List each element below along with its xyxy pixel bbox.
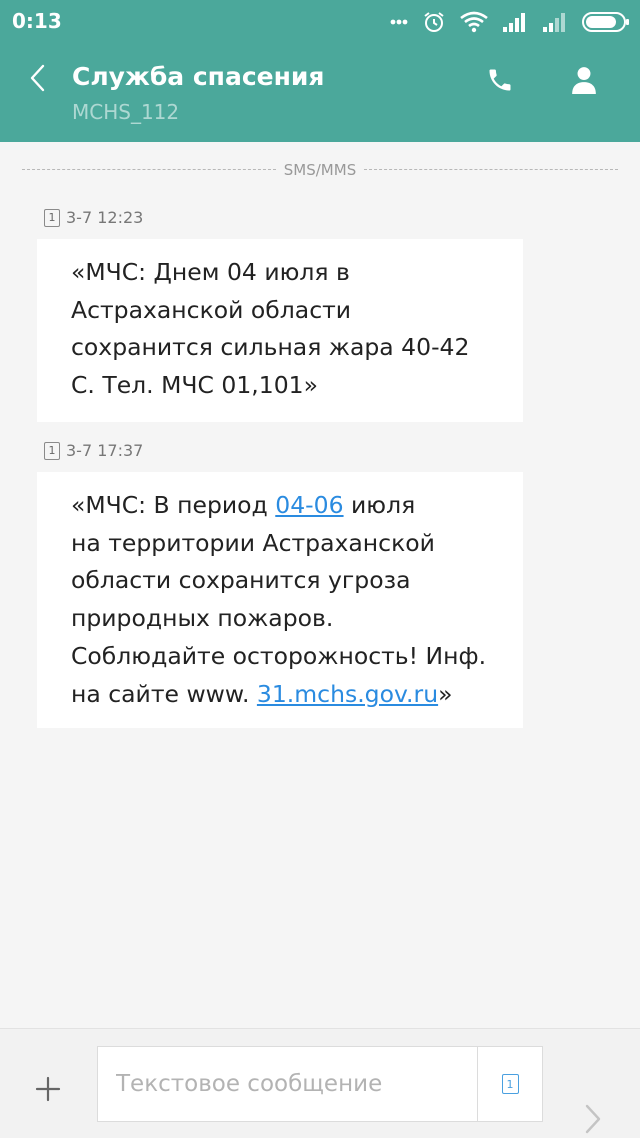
message-text: » <box>438 679 453 708</box>
status-bar: 0:13 <box>0 0 640 44</box>
send-button[interactable] <box>578 1099 608 1138</box>
message-meta: 1 3-7 17:37 <box>44 441 143 460</box>
divider-label: SMS/MMS <box>283 161 357 179</box>
signal-icon <box>543 13 565 32</box>
contact-person-icon <box>572 67 596 94</box>
message-timestamp: 3-7 12:23 <box>66 208 144 227</box>
contact-button[interactable] <box>564 60 604 100</box>
message-timestamp: 3-7 17:37 <box>66 441 144 460</box>
conversation-title: Служба спасения <box>72 62 325 91</box>
add-attachment-button[interactable] <box>30 1071 66 1107</box>
message-line: Астраханской области <box>71 295 352 324</box>
back-button[interactable] <box>22 58 52 98</box>
status-time: 0:13 <box>12 9 62 33</box>
message-line: С. Тел. МЧС 01,101» <box>71 371 318 400</box>
back-arrow-icon <box>30 64 45 92</box>
battery-icon <box>582 12 629 32</box>
message-bubble[interactable]: «МЧС: Днем 04 июля в Астраханской област… <box>37 239 523 422</box>
message-line: области сохранится угроза <box>71 566 411 595</box>
send-arrow-icon <box>585 1104 601 1134</box>
more-dots-icon <box>390 19 408 25</box>
message-line: на сайте www. 31.mchs.gov.ru» <box>71 676 503 714</box>
date-link[interactable]: 04-06 <box>275 491 343 519</box>
message-text: «МЧС: В период <box>71 491 276 519</box>
message-text: июля <box>343 491 416 519</box>
sms-mms-divider: SMS/MMS <box>22 160 618 180</box>
website-link[interactable]: 31.mchs.gov.ru <box>257 680 438 708</box>
sim-card-icon: 1 <box>501 1074 519 1094</box>
messaging-app: 0:13 Служба спасения MCHS_112 SMS/MMS 1 … <box>0 0 640 1138</box>
message-text: на сайте www. <box>71 679 257 708</box>
signal-icon <box>503 13 525 32</box>
header: 0:13 Служба спасения MCHS_112 <box>0 0 640 142</box>
message-meta: 1 3-7 12:23 <box>44 208 143 227</box>
conversation-subtitle: MCHS_112 <box>72 100 180 124</box>
message-line: сохранится сильная жара 40-42 <box>71 333 470 362</box>
sim-select-button[interactable]: 1 <box>477 1046 543 1122</box>
message-line: природных пожаров. <box>71 604 334 633</box>
wifi-icon <box>460 11 488 33</box>
message-input[interactable] <box>97 1046 477 1122</box>
compose-bar: 1 <box>0 1028 640 1138</box>
plus-icon <box>35 1076 61 1102</box>
status-icons <box>390 8 630 36</box>
message-line: «МЧС: В период 04-06 июля <box>71 487 503 525</box>
message-line: на территории Астраханской <box>71 528 435 557</box>
message-line: «МЧС: Днем 04 июля в <box>71 258 350 286</box>
sim-card-icon: 1 <box>44 441 60 460</box>
message-line: Соблюдайте осторожность! Инф. <box>71 641 487 670</box>
phone-icon <box>489 69 511 91</box>
alarm-icon <box>424 12 444 32</box>
call-button[interactable] <box>480 60 520 100</box>
message-bubble[interactable]: «МЧС: В период 04-06 июля на территории … <box>37 472 523 728</box>
sim-card-icon: 1 <box>44 208 60 227</box>
